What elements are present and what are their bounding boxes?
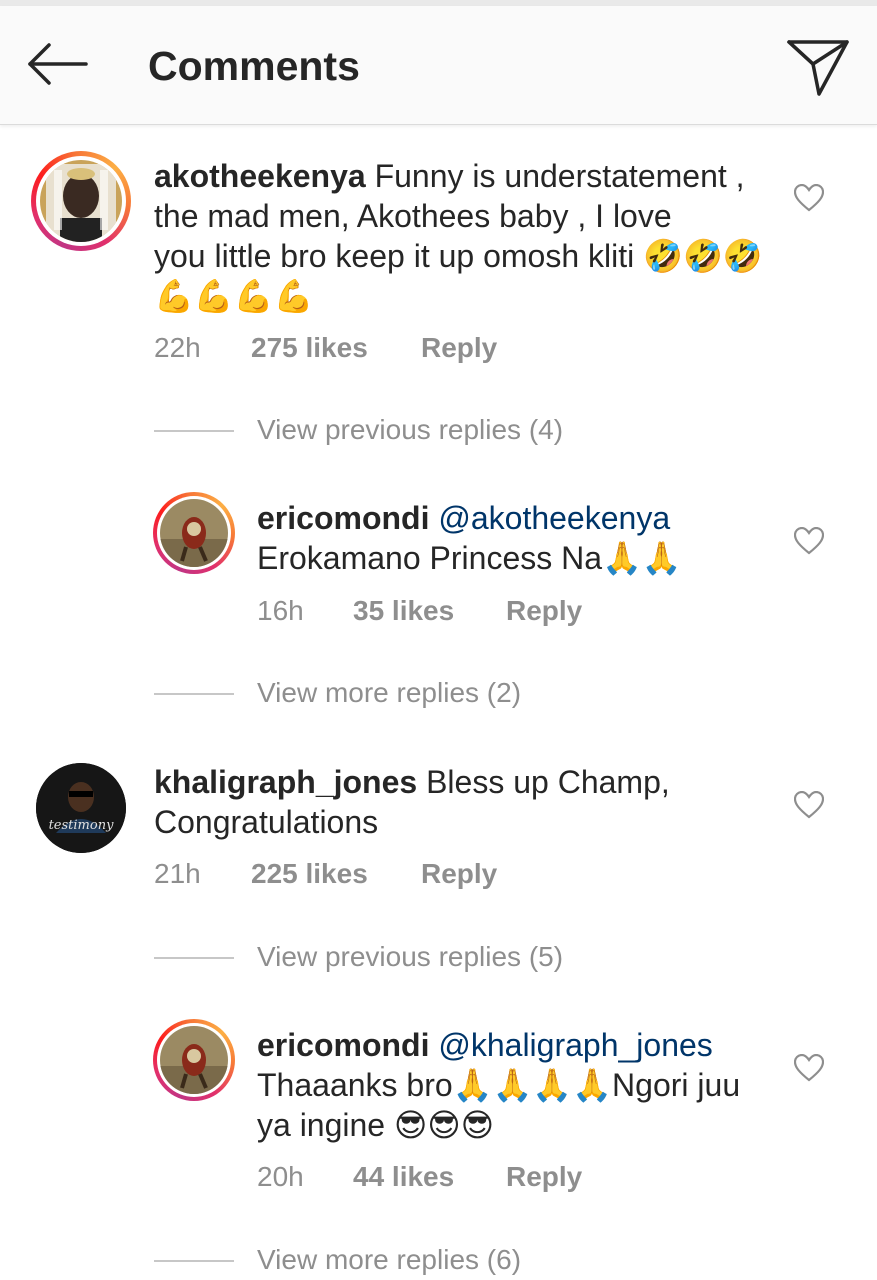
like-button[interactable]	[793, 1053, 825, 1082]
likes-count[interactable]: 225 likes	[251, 857, 368, 891]
comment-time: 20h	[257, 1161, 304, 1192]
share-button[interactable]	[783, 34, 853, 100]
heart-icon	[793, 790, 825, 819]
comment-text: khaligraph_jones Bless up Champ, Congrat…	[154, 762, 784, 842]
reply-button[interactable]: Reply	[506, 1160, 582, 1194]
comment-body-line: ya ingine 😎😎😎	[257, 1107, 495, 1143]
reply-button[interactable]: Reply	[506, 594, 582, 628]
view-replies-text[interactable]: View previous replies (5)	[257, 940, 563, 974]
divider	[154, 430, 234, 432]
comment-time: 16h	[257, 595, 304, 626]
svg-text:testimony: testimony	[49, 818, 114, 833]
mention-link[interactable]: @khaligraph_jones	[438, 1027, 712, 1063]
avatar[interactable]	[153, 492, 235, 574]
comment-body-line: Thaaanks bro🙏🙏🙏🙏Ngori juu	[257, 1067, 741, 1103]
comment-username[interactable]: khaligraph_jones	[154, 764, 417, 800]
reply-button[interactable]: Reply	[421, 331, 497, 365]
comment-body-line: the mad men, Akothees baby , I love	[154, 198, 672, 234]
avatar[interactable]: testimony	[36, 763, 126, 853]
profile-photo-akotheekenya	[40, 160, 122, 242]
comment-username[interactable]: ericomondi	[257, 500, 429, 536]
comment-body-line: 💪💪💪💪	[154, 277, 314, 315]
comment-meta: 21h 225 likes Reply	[154, 857, 654, 891]
comment-body-line: Bless up Champ,	[417, 764, 670, 800]
avatar[interactable]	[31, 151, 131, 251]
heart-icon	[793, 1053, 825, 1082]
view-replies-text[interactable]: View more replies (2)	[257, 676, 521, 710]
like-button[interactable]	[793, 790, 825, 819]
comments-header: Comments	[0, 6, 877, 125]
likes-count[interactable]: 44 likes	[353, 1160, 454, 1194]
comment-body-line: Erokamano Princess Na🙏🙏	[257, 540, 682, 576]
comment-text: ericomondi @akotheekenya Erokamano Princ…	[257, 498, 777, 578]
arrow-left-icon	[28, 43, 88, 85]
reply-button[interactable]: Reply	[421, 857, 497, 891]
view-replies-link[interactable]: View more replies (2)	[154, 676, 654, 710]
likes-count[interactable]: 35 likes	[353, 594, 454, 628]
heart-icon	[793, 526, 825, 555]
likes-count[interactable]: 275 likes	[251, 331, 368, 365]
comment-time: 22h	[154, 332, 201, 363]
mention-link[interactable]: @akotheekenya	[438, 500, 670, 536]
comment-username[interactable]: ericomondi	[257, 1027, 429, 1063]
divider	[154, 957, 234, 959]
comment-body-line: Funny is understatement ,	[365, 158, 745, 194]
profile-photo-ericomondi	[160, 499, 228, 567]
view-replies-text[interactable]: View more replies (6)	[257, 1243, 521, 1277]
divider	[154, 1260, 234, 1262]
comment-body-line: Congratulations	[154, 804, 379, 840]
profile-photo-khaligraph-jones: testimony	[36, 763, 126, 853]
like-button[interactable]	[793, 183, 825, 212]
comment-time: 21h	[154, 858, 201, 889]
back-button[interactable]	[22, 36, 94, 92]
profile-photo-ericomondi	[160, 1026, 228, 1094]
avatar[interactable]	[153, 1019, 235, 1101]
comment-text: akotheekenya Funny is understatement , t…	[154, 156, 784, 316]
page-title: Comments	[148, 43, 360, 89]
view-replies-link[interactable]: View more replies (6)	[154, 1243, 654, 1277]
like-button[interactable]	[793, 526, 825, 555]
view-replies-link[interactable]: View previous replies (5)	[154, 940, 654, 974]
comment-body-line: you little bro keep it up omosh kliti 🤣🤣…	[154, 238, 763, 274]
divider	[154, 693, 234, 695]
comment-meta: 22h 275 likes Reply	[154, 331, 654, 365]
heart-icon	[793, 183, 825, 212]
comment-meta: 16h 35 likes Reply	[257, 594, 657, 628]
paper-plane-icon	[787, 40, 849, 96]
view-replies-link[interactable]: View previous replies (4)	[154, 413, 654, 447]
comment-username[interactable]: akotheekenya	[154, 158, 366, 194]
comment-meta: 20h 44 likes Reply	[257, 1160, 657, 1194]
view-replies-text[interactable]: View previous replies (4)	[257, 413, 563, 447]
comment-text: ericomondi @khaligraph_jones Thaaanks br…	[257, 1025, 787, 1145]
